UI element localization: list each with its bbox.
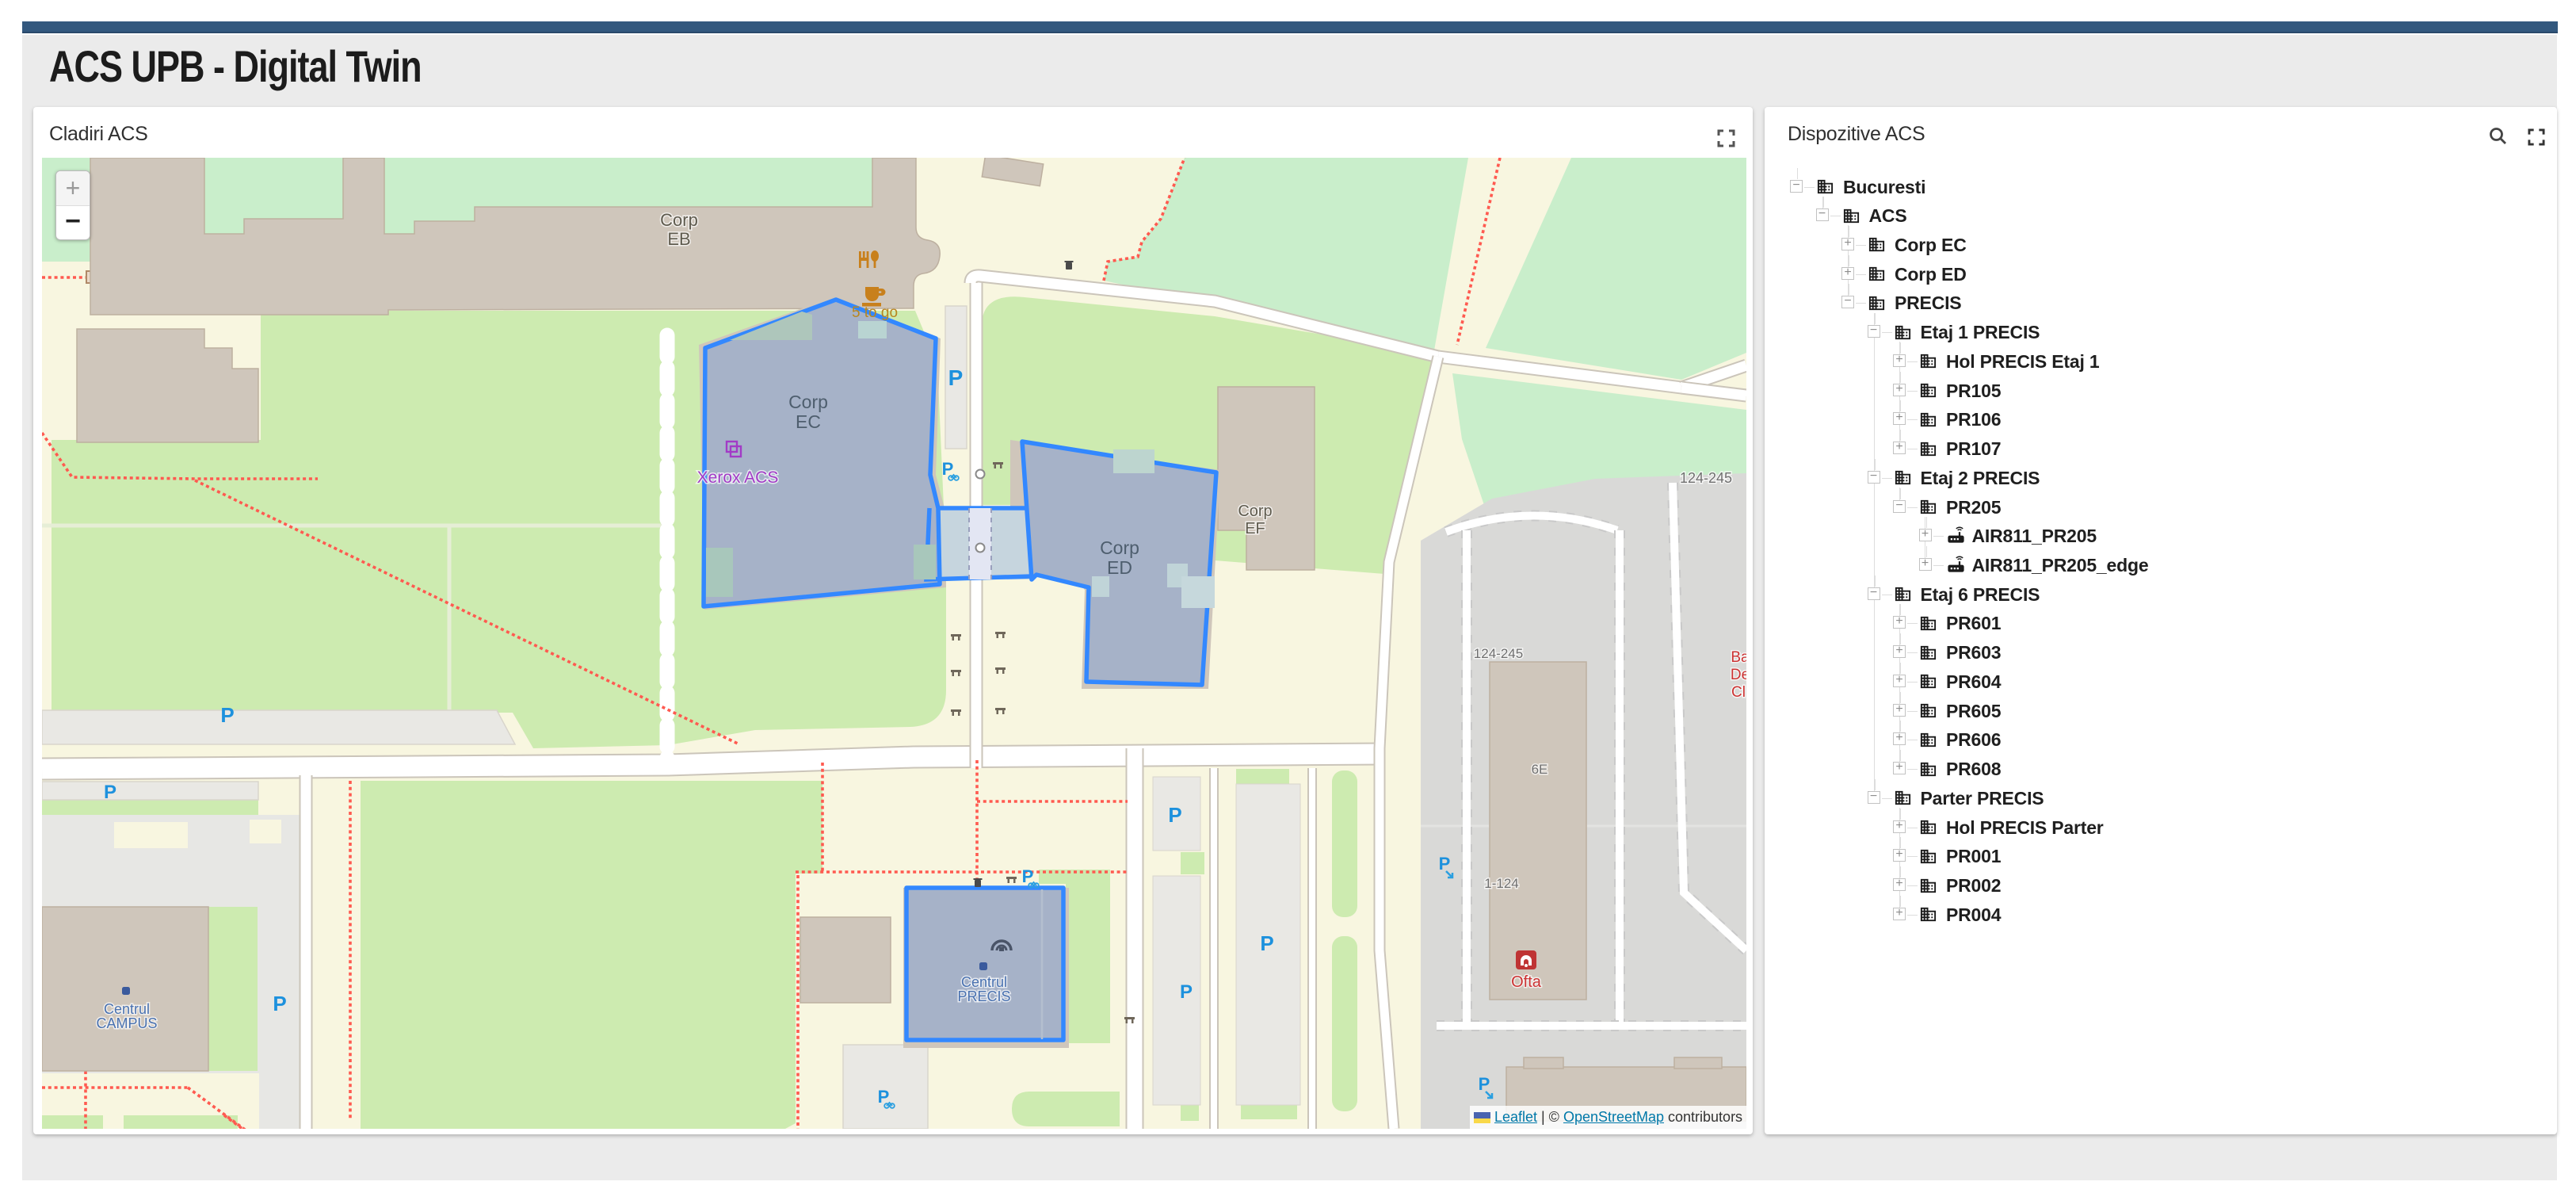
svg-text:Ba: Ba (1731, 649, 1746, 666)
svg-text:P: P (220, 703, 234, 727)
svg-text:Cl: Cl (1731, 684, 1746, 701)
svg-text:CAMPUS: CAMPUS (96, 1015, 157, 1031)
svg-text:Corp: Corp (1238, 503, 1272, 520)
svg-text:6E: 6E (1532, 762, 1548, 777)
svg-text:P: P (1180, 981, 1193, 1003)
svg-text:124-245: 124-245 (1474, 646, 1523, 661)
svg-text:P: P (1479, 1074, 1490, 1094)
svg-text:P: P (273, 992, 286, 1015)
svg-text:P: P (1168, 803, 1181, 827)
svg-text:Centrul: Centrul (961, 974, 1007, 990)
svg-text:PRECIS: PRECIS (957, 988, 1010, 1004)
svg-text:124-245: 124-245 (1680, 470, 1732, 486)
svg-text:5 to go: 5 to go (852, 304, 898, 321)
svg-text:P: P (1439, 854, 1451, 874)
svg-text:Corp: Corp (1100, 537, 1139, 558)
svg-text:Corp: Corp (660, 210, 698, 230)
svg-text:P: P (1260, 931, 1273, 955)
svg-text:EC: EC (796, 411, 821, 432)
svg-text:ED: ED (1107, 557, 1132, 578)
svg-text:1-124: 1-124 (1484, 876, 1518, 891)
svg-text:P: P (948, 365, 964, 390)
svg-text:EF: EF (1245, 520, 1265, 537)
svg-text:Xerox ACS: Xerox ACS (697, 468, 779, 487)
svg-text:P: P (104, 782, 116, 803)
svg-text:Corp: Corp (788, 392, 828, 412)
svg-text:Centrul: Centrul (104, 1001, 150, 1017)
svg-text:De: De (1731, 667, 1746, 683)
svg-text:EB: EB (667, 229, 690, 249)
svg-text:Ofta: Ofta (1511, 973, 1542, 991)
